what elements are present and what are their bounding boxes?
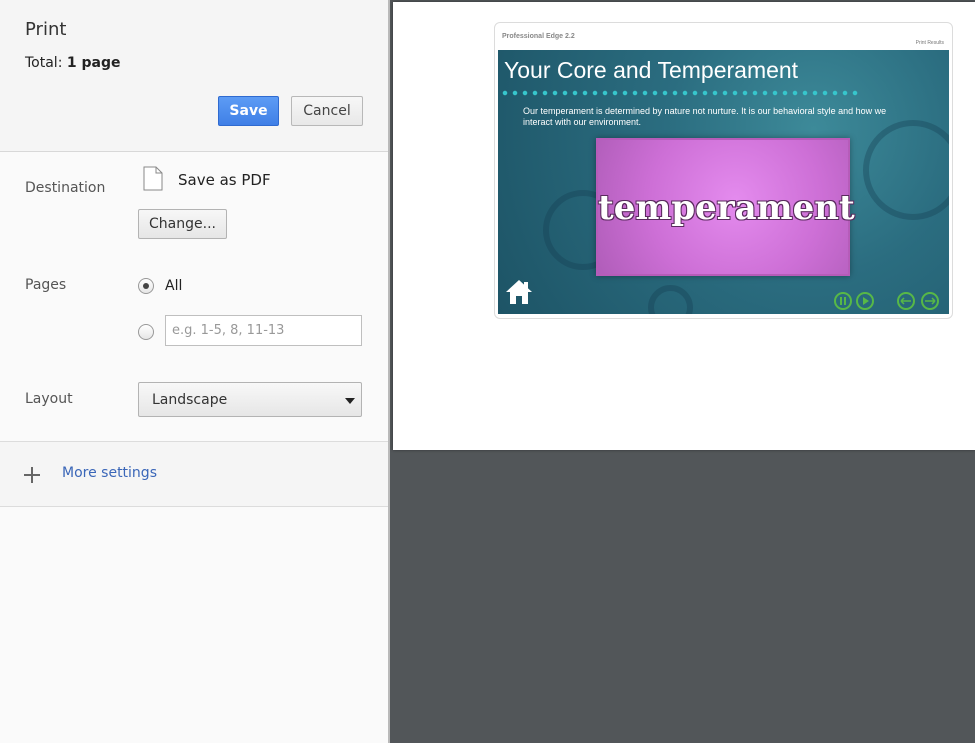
layout-select[interactable]: Landscape — [138, 382, 362, 417]
layout-label: Layout — [25, 391, 73, 407]
slide-body-text: Our temperament is determined by nature … — [523, 106, 887, 127]
home-icon — [506, 280, 532, 304]
chevron-down-icon — [345, 398, 355, 404]
print-results-label: Print Results — [915, 40, 944, 46]
page-title: Print — [25, 19, 67, 40]
slide-title: Your Core and Temperament — [504, 57, 799, 83]
decorative-ring — [648, 285, 693, 314]
save-button[interactable]: Save — [218, 96, 279, 126]
slide-frame: Professional Edge 2.2 Print Results Your… — [494, 22, 953, 319]
more-settings-row[interactable]: More settings — [0, 441, 388, 507]
destination-value: Save as PDF — [178, 171, 271, 189]
print-settings-panel: Print Total: 1 page Save Cancel Destinat… — [0, 0, 388, 743]
total-value: 1 page — [66, 55, 121, 71]
pages-label: Pages — [25, 277, 67, 293]
cancel-button[interactable]: Cancel — [291, 96, 363, 126]
next-arrow-icon — [921, 292, 939, 310]
layout-selected-value: Landscape — [152, 392, 228, 408]
slide-brand: Professional Edge 2.2 — [502, 33, 575, 40]
pages-all-radio[interactable] — [138, 278, 154, 294]
total-pages: Total: 1 page — [25, 55, 120, 71]
decorative-ring — [863, 120, 949, 220]
play-icon — [856, 292, 874, 310]
temperament-image: temperament — [596, 138, 855, 276]
change-destination-button[interactable]: Change... — [138, 209, 227, 239]
more-settings-link[interactable]: More settings — [62, 465, 157, 481]
pdf-file-icon — [143, 166, 163, 191]
dotted-divider — [500, 90, 860, 96]
pages-custom-radio[interactable] — [138, 324, 154, 340]
temperament-word: temperament — [598, 188, 855, 228]
back-arrow-icon — [897, 292, 915, 310]
plus-icon — [24, 467, 40, 483]
slide: Your Core and Temperament Our temperamen… — [498, 50, 949, 314]
destination-label: Destination — [25, 180, 106, 196]
preview-page: Professional Edge 2.2 Print Results Your… — [393, 2, 975, 450]
total-label: Total: — [25, 55, 63, 71]
page-range-input[interactable] — [165, 315, 362, 346]
pages-all-label: All — [165, 278, 183, 294]
pause-icon — [834, 292, 852, 310]
panel-header: Print Total: 1 page Save Cancel — [0, 0, 388, 152]
